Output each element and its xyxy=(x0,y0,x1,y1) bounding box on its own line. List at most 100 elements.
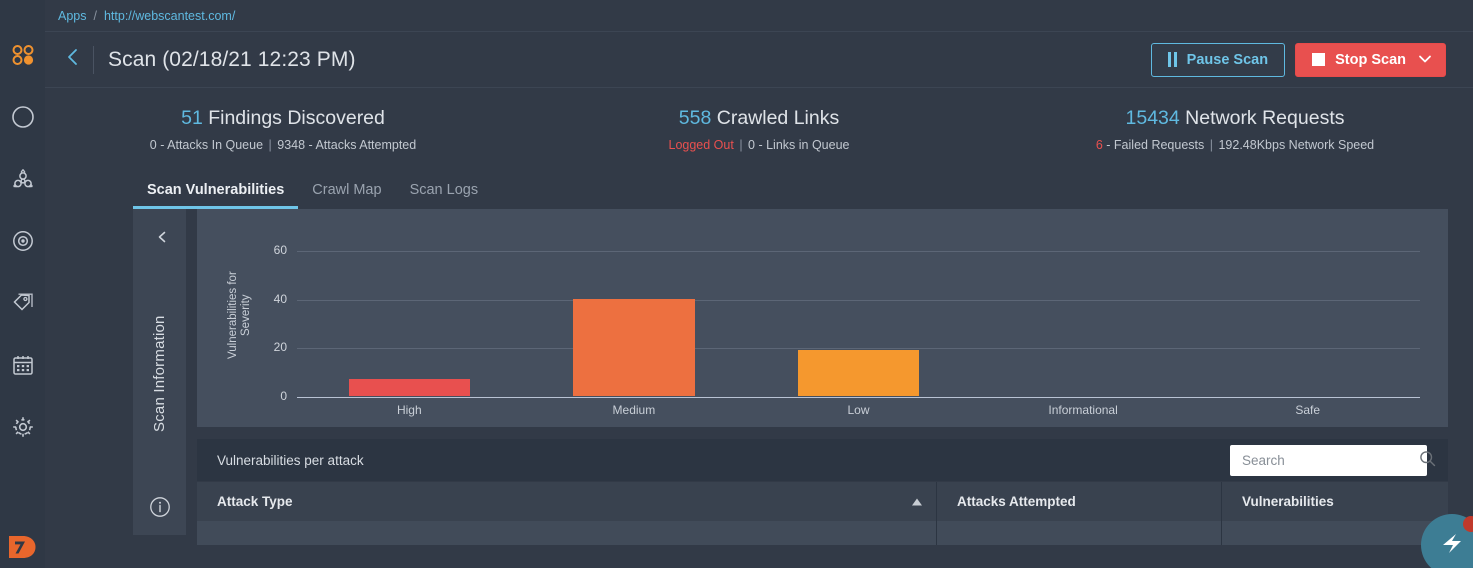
pause-icon xyxy=(1168,52,1177,67)
breadcrumb-separator: / xyxy=(94,9,97,23)
title-divider xyxy=(93,46,94,74)
calendar-icon xyxy=(11,353,35,377)
gear-icon xyxy=(11,415,35,439)
stop-scan-label: Stop Scan xyxy=(1335,52,1406,68)
breadcrumb-current[interactable]: http://webscantest.com/ xyxy=(104,9,235,23)
table-column-headers: Attack Type Attacks Attempted Vulnerabil… xyxy=(197,481,1448,521)
scan-information-label: Scan Information xyxy=(151,251,168,496)
tab-scan-vulnerabilities[interactable]: Scan Vulnerabilities xyxy=(133,182,298,209)
chart-bar-cell xyxy=(297,239,522,397)
chevron-left-icon xyxy=(65,47,81,72)
sidebar-item-vulnerabilities[interactable] xyxy=(0,148,45,210)
breadcrumb-root[interactable]: Apps xyxy=(58,9,87,23)
sort-ascending-icon[interactable] xyxy=(912,498,922,505)
column-header-attack-type-label: Attack Type xyxy=(217,494,293,509)
chart-y-tick: 60 xyxy=(274,243,287,257)
column-header-vulnerabilities[interactable]: Vulnerabilities xyxy=(1222,482,1448,521)
chart-y-tick: 40 xyxy=(274,292,287,306)
table-cell-attack-type xyxy=(197,521,937,545)
stat-sub-segment-3: 192.48 xyxy=(1215,138,1257,152)
stat-network-sub: 6 - Failed Requests | 192.48Kbps Network… xyxy=(997,137,1473,153)
stat-sub-segment-1: - Failed Requests xyxy=(1103,138,1208,152)
tab-crawl-map[interactable]: Crawl Map xyxy=(298,182,395,209)
table-row[interactable] xyxy=(197,521,1448,545)
sidebar-item-targets[interactable] xyxy=(0,210,45,272)
biohazard-icon xyxy=(11,167,35,191)
stop-scan-button[interactable]: Stop Scan xyxy=(1295,43,1446,77)
tab-scan-logs[interactable]: Scan Logs xyxy=(396,182,493,209)
search-input[interactable] xyxy=(1242,453,1419,468)
back-button[interactable] xyxy=(58,45,88,75)
table-title: Vulnerabilities per attack xyxy=(217,453,364,468)
chart-y-tick: 20 xyxy=(274,340,287,354)
severity-chart: Vulnerabilities for Severity 0204060 Hig… xyxy=(209,223,1428,421)
column-header-attack-type[interactable]: Attack Type xyxy=(197,482,937,521)
chart-bar-cell xyxy=(746,239,971,397)
stat-network-requests: 15434 Network Requests 6 - Failed Reques… xyxy=(997,106,1473,153)
chevron-down-icon[interactable] xyxy=(1418,52,1432,68)
page-title: Scan (02/18/21 12:23 PM) xyxy=(108,48,356,72)
stat-sub-segment-1: | xyxy=(737,138,744,152)
chevron-right-icon[interactable] xyxy=(150,230,170,245)
stat-sub-segment-0: Logged Out xyxy=(669,138,738,152)
brand-logo[interactable] xyxy=(3,528,41,566)
table-search-box[interactable] xyxy=(1230,445,1427,476)
breadcrumb: Apps / http://webscantest.com/ xyxy=(45,0,1473,32)
stat-sub-segment-0: 6 xyxy=(1096,138,1103,152)
column-header-vulnerabilities-label: Vulnerabilities xyxy=(1242,494,1334,509)
chart-x-label-safe: Safe xyxy=(1195,403,1420,417)
stat-crawled-value: 558 xyxy=(679,107,712,129)
chat-badge xyxy=(1463,516,1473,532)
panel-column: Vulnerabilities for Severity 0204060 Hig… xyxy=(186,209,1448,535)
chart-bar-low[interactable] xyxy=(798,350,919,396)
chart-x-label-medium: Medium xyxy=(522,403,747,417)
chart-bar-medium[interactable] xyxy=(573,299,694,396)
chart-bar-high[interactable] xyxy=(349,379,470,396)
column-header-attacks-attempted[interactable]: Attacks Attempted xyxy=(937,482,1222,521)
stat-sub-segment-4: - Attacks Attempted xyxy=(305,138,416,152)
sidebar-item-tags[interactable] xyxy=(0,272,45,334)
stat-sub-segment-4: Kbps Network Speed xyxy=(1257,138,1374,152)
vulnerabilities-table-card: Vulnerabilities per attack xyxy=(197,439,1448,545)
stat-sub-segment-0: 0 xyxy=(150,138,157,152)
severity-chart-card: Vulnerabilities for Severity 0204060 Hig… xyxy=(197,209,1448,427)
chart-y-tick: 0 xyxy=(280,389,287,403)
info-circle-icon[interactable] xyxy=(149,496,171,523)
chart-bar-cell xyxy=(971,239,1196,397)
left-nav-rail xyxy=(0,0,45,568)
stat-findings: 51 Findings Discovered 0 - Attacks In Qu… xyxy=(45,106,521,153)
stat-network-label: Network Requests xyxy=(1180,107,1345,129)
stat-findings-sub: 0 - Attacks In Queue | 9348 - Attacks At… xyxy=(45,137,521,153)
sidebar-item-dashboard[interactable] xyxy=(0,24,45,86)
search-icon[interactable] xyxy=(1419,450,1436,472)
scan-stats-row: 51 Findings Discovered 0 - Attacks In Qu… xyxy=(45,88,1473,167)
pause-scan-button[interactable]: Pause Scan xyxy=(1151,43,1285,77)
app-root: Apps / http://webscantest.com/ Scan (02/… xyxy=(0,0,1473,568)
stat-findings-label: Findings Discovered xyxy=(203,107,385,129)
sidebar-item-settings[interactable] xyxy=(0,396,45,458)
stat-sub-segment-3: - Links in Queue xyxy=(755,138,850,152)
stop-square-icon xyxy=(1312,53,1325,66)
pause-scan-label: Pause Scan xyxy=(1187,52,1268,68)
stat-crawled-sub: Logged Out | 0 - Links in Queue xyxy=(521,137,997,153)
stat-crawled-main: 558 Crawled Links xyxy=(521,106,997,130)
moon-icon xyxy=(11,105,35,129)
chart-axis-line xyxy=(297,397,1420,398)
chat-bolt-icon xyxy=(1437,528,1467,563)
scan-information-panel[interactable]: Scan Information xyxy=(133,209,186,535)
sidebar-item-scans[interactable] xyxy=(0,86,45,148)
dashboard-icon xyxy=(11,44,35,66)
chart-y-axis-label: Vulnerabilities for Severity xyxy=(227,257,247,373)
chart-plot-area: 0204060 xyxy=(297,239,1420,397)
stat-findings-main: 51 Findings Discovered xyxy=(45,106,521,130)
stat-network-main: 15434 Network Requests xyxy=(997,106,1473,130)
chart-x-axis-labels: HighMediumLowInformationalSafe xyxy=(297,403,1420,417)
chart-x-label-low: Low xyxy=(746,403,971,417)
stat-sub-segment-2: | xyxy=(1208,138,1215,152)
column-header-attacks-attempted-label: Attacks Attempted xyxy=(957,494,1076,509)
sidebar-item-schedule[interactable] xyxy=(0,334,45,396)
target-icon xyxy=(11,229,35,253)
content-tabs: Scan Vulnerabilities Crawl Map Scan Logs xyxy=(45,167,1473,209)
chart-bars xyxy=(297,239,1420,397)
tags-icon xyxy=(11,291,35,315)
